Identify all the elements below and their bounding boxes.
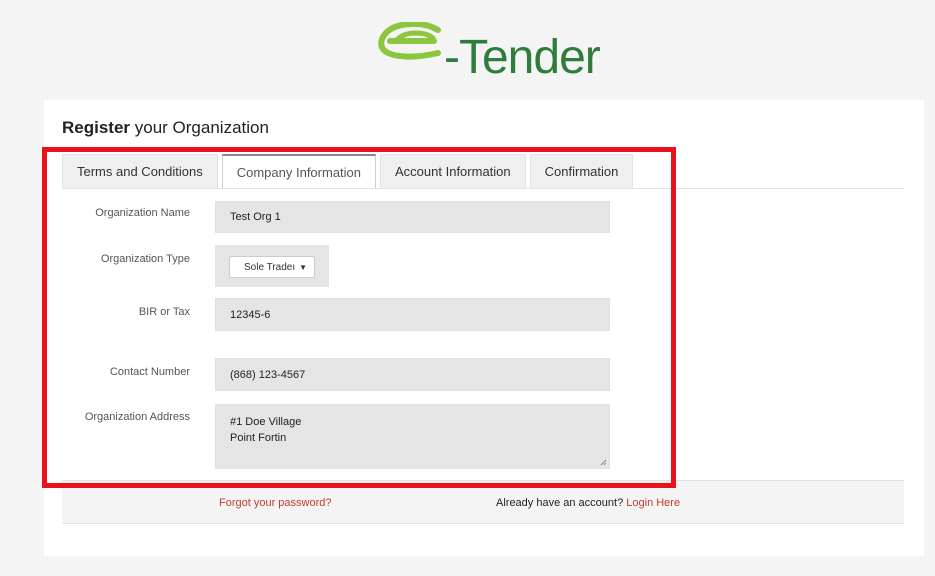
page-title-bold: Register — [62, 118, 131, 137]
logo-text: -Tender — [444, 31, 601, 84]
e-leaf-logo-icon — [378, 22, 441, 60]
forgot-password-link[interactable]: Forgot your password? — [219, 497, 332, 509]
page-title: Register your Organization — [62, 118, 269, 138]
already-have-account: Already have an account? Login Here — [496, 497, 680, 509]
login-here-link[interactable]: Login Here — [626, 497, 680, 509]
red-highlight-box — [42, 147, 676, 488]
page-title-rest: your Organization — [130, 118, 269, 137]
etender-logo: -Tender — [376, 22, 606, 92]
already-text: Already have an account? — [496, 497, 627, 509]
